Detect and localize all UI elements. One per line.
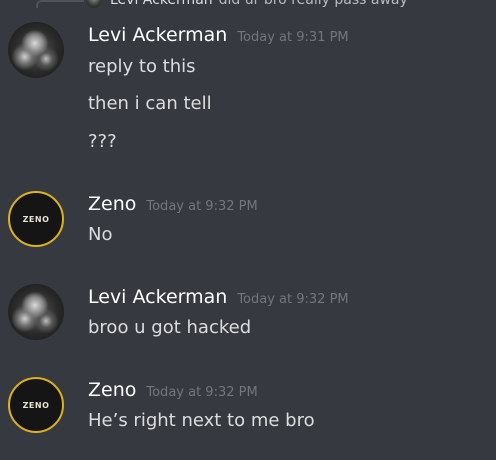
timestamp: Today at 9:32 PM xyxy=(237,292,349,307)
message-header: Zeno Today at 9:32 PM xyxy=(88,379,258,401)
timestamp: Today at 9:31 PM xyxy=(237,30,349,45)
username[interactable]: Levi Ackerman xyxy=(88,286,227,308)
message-text: then i can tell xyxy=(88,93,212,114)
message-header: Levi Ackerman Today at 9:32 PM xyxy=(88,286,349,308)
username[interactable]: Levi Ackerman xyxy=(88,24,227,46)
message-text: reply to this xyxy=(88,56,196,77)
message-header: Levi Ackerman Today at 9:31 PM xyxy=(88,24,349,46)
timestamp: Today at 9:32 PM xyxy=(146,199,258,214)
username[interactable]: Zeno xyxy=(88,193,136,215)
avatar[interactable] xyxy=(8,22,64,78)
avatar[interactable]: ZENO xyxy=(8,377,64,433)
reply-reference[interactable]: Levi Ackerman did ur bro really pass awa… xyxy=(86,0,408,9)
avatar[interactable]: ZENO xyxy=(8,191,64,247)
reply-author[interactable]: Levi Ackerman xyxy=(110,0,213,8)
reply-text: did ur bro really pass away xyxy=(218,0,408,8)
timestamp: Today at 9:32 PM xyxy=(146,385,258,400)
reply-avatar xyxy=(86,0,102,8)
message-text: No xyxy=(88,224,113,245)
avatar-logo-text: ZENO xyxy=(22,214,50,224)
avatar-logo-text: ZENO xyxy=(22,400,50,410)
message-header: Zeno Today at 9:32 PM xyxy=(88,193,258,215)
username[interactable]: Zeno xyxy=(88,379,136,401)
avatar[interactable] xyxy=(8,284,64,340)
message-text: He’s right next to me bro xyxy=(88,410,315,431)
reply-spine xyxy=(36,0,84,8)
message-text: ??? xyxy=(88,131,117,152)
message-text: broo u got hacked xyxy=(88,317,252,338)
